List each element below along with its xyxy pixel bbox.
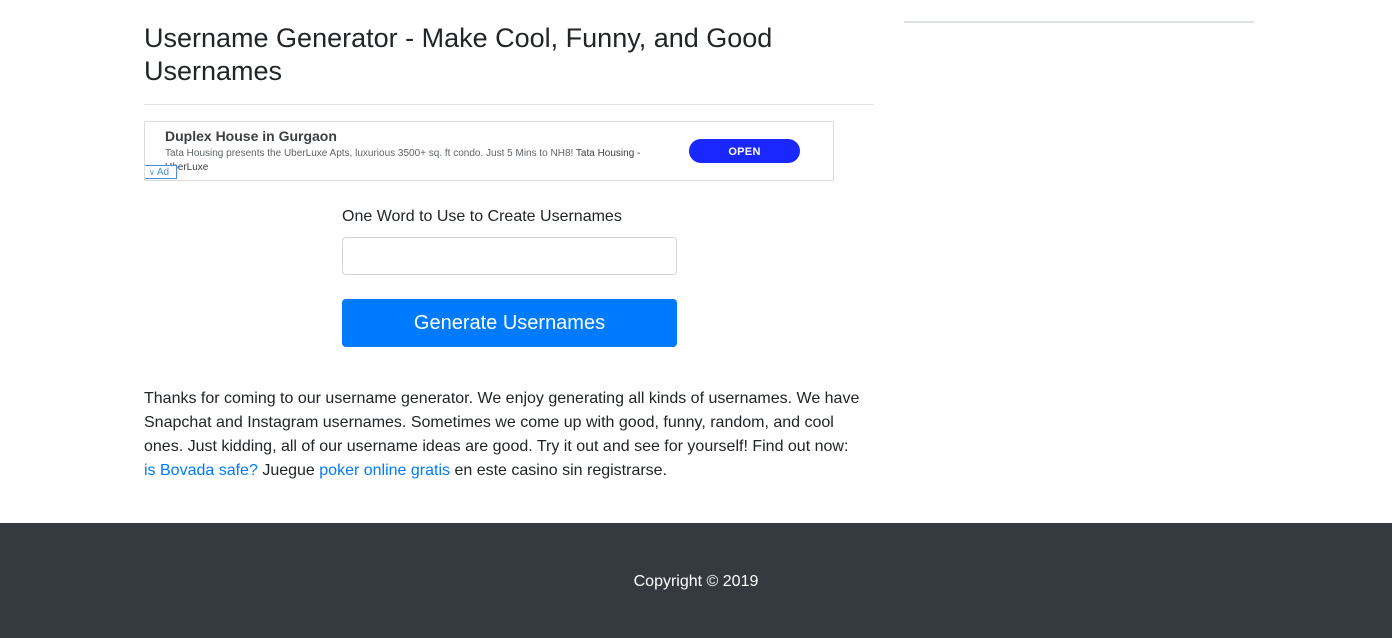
intro-paragraph: Thanks for coming to our username genera… [144, 387, 874, 483]
intro-text: Thanks for coming to our username genera… [144, 390, 860, 455]
intro-tail-text: en este casino sin registrarse. [454, 462, 668, 479]
sidebar-divider [904, 21, 1254, 23]
site-footer: Copyright © 2019 [0, 523, 1392, 638]
title-divider [144, 104, 874, 105]
intro-middle-text: Juegue [262, 462, 315, 479]
ad-badge-label: Ad [156, 167, 170, 178]
username-form: One Word to Use to Create Usernames Gene… [342, 205, 677, 347]
poker-link[interactable]: poker online gratis [319, 462, 450, 479]
ad-description-text: Tata Housing presents the UberLuxe Apts,… [165, 148, 574, 159]
chevron-down-icon: ∨ [149, 168, 155, 177]
main-content: Username Generator - Make Cool, Funny, a… [144, 0, 874, 479]
bovada-link[interactable]: is Bovada safe? [144, 462, 258, 479]
word-input[interactable] [342, 237, 677, 275]
ad-description: Tata Housing presents the UberLuxe Apts,… [165, 147, 665, 175]
ad-title[interactable]: Duplex House in Gurgaon [165, 128, 337, 144]
page-title: Username Generator - Make Cool, Funny, a… [144, 23, 773, 86]
generate-usernames-button[interactable]: Generate Usernames [342, 299, 677, 347]
copyright-text: Copyright © 2019 [633, 573, 759, 590]
ad-open-button[interactable]: OPEN [689, 139, 800, 163]
word-field-label: One Word to Use to Create Usernames [342, 208, 622, 225]
ad-choices-badge[interactable]: ∨ Ad [145, 165, 177, 179]
ad-banner[interactable]: Duplex House in Gurgaon Tata Housing pre… [144, 121, 834, 181]
